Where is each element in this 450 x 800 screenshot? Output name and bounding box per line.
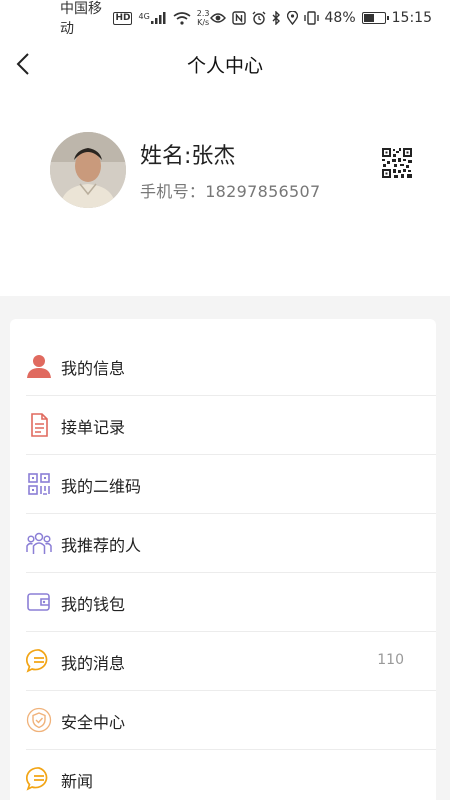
- qr-code-icon: [382, 148, 412, 178]
- qr-code-icon: [26, 471, 52, 497]
- status-right: 48% 15:15: [209, 10, 432, 26]
- wifi-icon: [173, 11, 191, 25]
- battery-percent: 48%: [324, 10, 356, 26]
- nfc-icon: [231, 11, 246, 25]
- shield-icon: [26, 707, 52, 733]
- news-icon: [26, 766, 52, 792]
- avatar[interactable]: [50, 132, 126, 208]
- wallet-icon: [26, 589, 52, 615]
- menu-item-my-referrals[interactable]: 我推荐的人: [10, 514, 436, 573]
- menu-item-label: 我的二维码: [61, 477, 142, 496]
- back-button[interactable]: [8, 48, 38, 80]
- carrier-label: 中国移动: [60, 1, 102, 37]
- menu-item-label: 接单记录: [61, 418, 126, 437]
- alarm-icon: [252, 11, 266, 25]
- menu-item-order-records[interactable]: 接单记录: [10, 396, 436, 455]
- status-bar: 中国移动 HD 4G 2.3 K/s 48% 15:15: [0, 0, 450, 38]
- qr-code-button[interactable]: [382, 148, 412, 178]
- person-icon: [26, 353, 52, 379]
- menu-item-my-qr-code[interactable]: 我的二维码: [10, 455, 436, 514]
- menu-item-my-info[interactable]: 我的信息: [10, 337, 436, 396]
- message-count: 110: [377, 652, 404, 668]
- hd-badge: HD: [113, 11, 133, 25]
- user-name: 姓名:张杰: [140, 144, 236, 169]
- vibrate-icon: [303, 11, 319, 25]
- network-speed: 2.3 K/s: [197, 9, 210, 27]
- user-phone: 手机号：18297856507: [140, 182, 321, 201]
- network-label: 4G: [138, 12, 150, 21]
- page-title: 个人中心: [186, 54, 263, 77]
- menu-item-label: 我的信息: [61, 359, 126, 378]
- menu-list: 我的信息 接单记录 我的二维码 我推荐的人 我的钱包 我的消息 110 安全中心…: [10, 319, 436, 800]
- bluetooth-icon: [272, 11, 281, 25]
- menu-item-label: 安全中心: [61, 713, 126, 732]
- location-icon: [286, 11, 298, 25]
- nav-bar: 个人中心: [0, 36, 450, 92]
- message-icon: [26, 648, 52, 674]
- clock: 15:15: [391, 10, 432, 26]
- menu-item-label: 新闻: [61, 772, 94, 791]
- menu-item-news[interactable]: 新闻: [10, 750, 436, 800]
- signal-icon: 4G: [138, 12, 166, 24]
- chevron-left-icon: [16, 53, 29, 75]
- menu-item-label: 我的消息: [61, 654, 126, 673]
- speed-unit: K/s: [197, 18, 210, 27]
- menu-item-label: 我推荐的人: [61, 536, 142, 555]
- document-icon: [26, 412, 52, 438]
- speed-value: 2.3: [196, 9, 210, 18]
- menu-item-label: 我的钱包: [61, 595, 126, 614]
- people-icon: [26, 530, 52, 556]
- eye-icon: [209, 12, 226, 24]
- menu-item-my-messages[interactable]: 我的消息 110: [10, 632, 436, 691]
- battery-icon: [361, 12, 389, 24]
- status-left: 中国移动 HD 4G 2.3 K/s: [60, 0, 210, 38]
- profile-card: 姓名:张杰 手机号：18297856507: [0, 92, 450, 296]
- menu-item-security-center[interactable]: 安全中心: [10, 691, 436, 750]
- avatar-image: [50, 132, 126, 208]
- menu-item-my-wallet[interactable]: 我的钱包: [10, 573, 436, 632]
- battery-fill: [363, 14, 375, 22]
